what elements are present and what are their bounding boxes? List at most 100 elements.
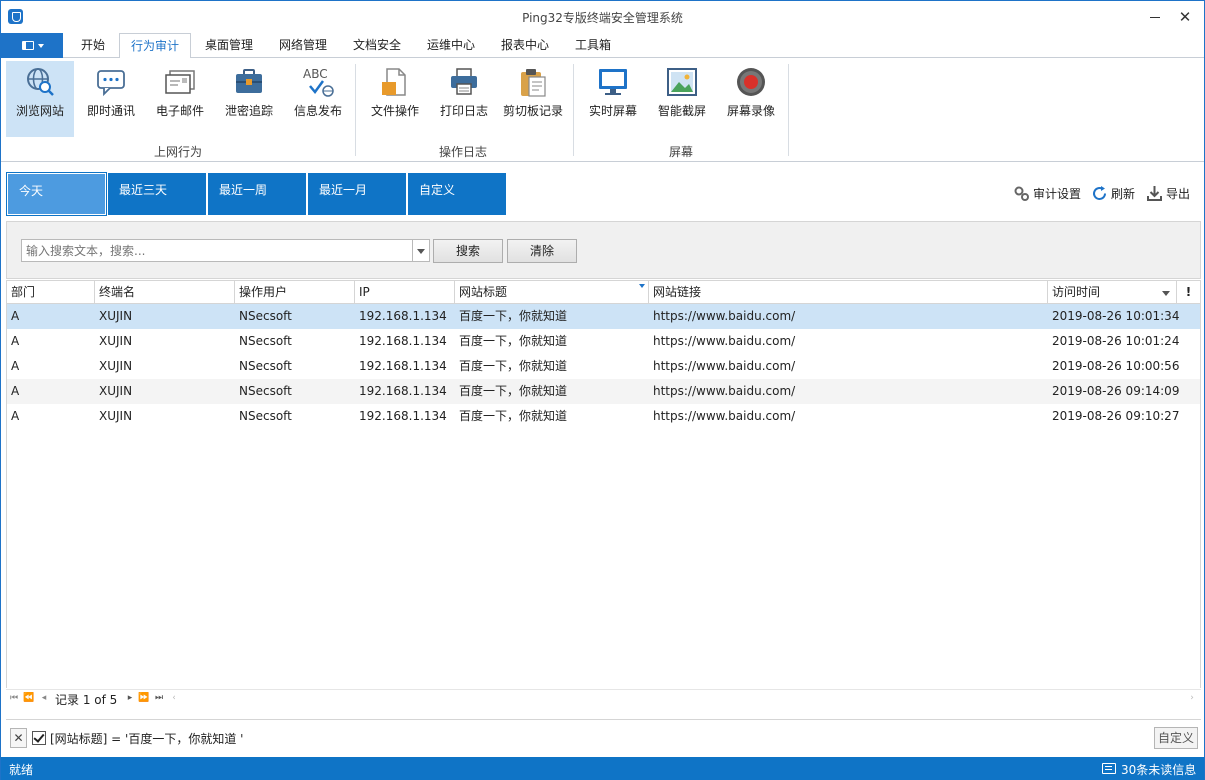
file-operation-button[interactable]: 文件操作 bbox=[361, 61, 429, 137]
tab-behavior-audit[interactable]: 行为审计 bbox=[119, 33, 191, 59]
table-row[interactable]: A XUJIN NSecsoft 192.168.1.134 百度一下，你就知道… bbox=[7, 379, 1200, 404]
email-button[interactable]: 电子邮件 bbox=[146, 61, 214, 137]
refresh-icon bbox=[1093, 186, 1106, 200]
ribbon-panel: 浏览网站 即时通讯 电子邮件 泄密追踪 ABC 信息发布 上网行为 文件操作 打… bbox=[1, 58, 1204, 162]
app-menu-icon bbox=[22, 41, 34, 50]
table-row[interactable]: A XUJIN NSecsoft 192.168.1.134 百度一下，你就知道… bbox=[7, 404, 1200, 429]
download-icon bbox=[1147, 186, 1162, 201]
date-tab-last-week[interactable]: 最近一周 bbox=[208, 173, 306, 215]
column-header-ip[interactable]: IP bbox=[355, 281, 455, 304]
previous-record-icon[interactable]: ◂ bbox=[38, 691, 50, 705]
table-row[interactable]: A XUJIN NSecsoft 192.168.1.134 百度一下，你就知道… bbox=[7, 304, 1200, 329]
cell-ip: 192.168.1.134 bbox=[359, 384, 447, 398]
export-button[interactable]: 导出 bbox=[1146, 185, 1194, 203]
cell-ip: 192.168.1.134 bbox=[359, 409, 447, 423]
title-bar: Ping32专版终端安全管理系统 ✕ bbox=[1, 1, 1204, 33]
filter-enabled-checkbox[interactable] bbox=[32, 731, 46, 745]
cell-site-title: 百度一下，你就知道 bbox=[459, 359, 568, 373]
column-header-department[interactable]: 部门 bbox=[7, 281, 95, 304]
leak-tracking-button[interactable]: 泄密追踪 bbox=[215, 61, 283, 137]
print-log-button[interactable]: 打印日志 bbox=[430, 61, 498, 137]
group-label-operation-log: 操作日志 bbox=[438, 145, 487, 159]
file-icon bbox=[379, 66, 411, 98]
table-row[interactable]: A XUJIN NSecsoft 192.168.1.134 百度一下，你就知道… bbox=[7, 329, 1200, 354]
search-button[interactable]: 搜索 bbox=[433, 239, 503, 263]
cell-terminal: XUJIN bbox=[99, 359, 133, 373]
realtime-screen-button[interactable]: 实时屏幕 bbox=[579, 61, 647, 137]
scroll-left-icon[interactable]: ‹ bbox=[168, 691, 180, 705]
custom-filter-button[interactable]: 自定义 bbox=[1154, 727, 1198, 749]
table-row[interactable]: A XUJIN NSecsoft 192.168.1.134 百度一下，你就知道… bbox=[7, 354, 1200, 379]
window-title: Ping32专版终端安全管理系统 bbox=[522, 11, 683, 25]
filter-expression[interactable]: [网站标题] = '百度一下，你就知道 ' bbox=[50, 730, 243, 747]
close-button[interactable]: ✕ bbox=[1171, 5, 1199, 29]
column-header-site-link[interactable]: 网站链接 bbox=[649, 281, 1048, 304]
tab-document-security[interactable]: 文档安全 bbox=[343, 33, 411, 59]
filter-icon[interactable] bbox=[639, 284, 645, 288]
info-publish-button[interactable]: ABC 信息发布 bbox=[284, 61, 352, 137]
file-operation-label: 文件操作 bbox=[370, 104, 419, 118]
tab-report-center[interactable]: 报表中心 bbox=[491, 33, 559, 59]
browse-websites-button[interactable]: 浏览网站 bbox=[6, 61, 74, 137]
clear-filter-button[interactable]: ✕ bbox=[10, 728, 27, 748]
date-tab-custom[interactable]: 自定义 bbox=[408, 173, 506, 215]
instant-messaging-button[interactable]: 即时通讯 bbox=[77, 61, 145, 137]
screen-recording-button[interactable]: 屏幕录像 bbox=[717, 61, 785, 137]
cell-site-title: 百度一下，你就知道 bbox=[459, 334, 568, 348]
group-separator bbox=[355, 64, 356, 156]
record-navigator: ⏮ ⏪ ◂ 记录 1 of 5 ▸ ⏩ ⏭ ‹ › bbox=[6, 689, 1201, 707]
next-record-icon[interactable]: ▸ bbox=[124, 691, 136, 705]
app-menu-button[interactable] bbox=[1, 33, 63, 59]
record-icon bbox=[735, 66, 767, 98]
tab-start[interactable]: 开始 bbox=[71, 33, 115, 59]
search-history-dropdown[interactable] bbox=[413, 239, 430, 262]
previous-page-icon[interactable]: ⏪ bbox=[23, 691, 35, 705]
date-tab-last-month[interactable]: 最近一月 bbox=[308, 173, 406, 215]
cell-ip: 192.168.1.134 bbox=[359, 309, 447, 323]
cell-visit-time: 2019-08-26 10:01:34 bbox=[1052, 309, 1180, 323]
tab-ops-center[interactable]: 运维中心 bbox=[417, 33, 485, 59]
cell-user: NSecsoft bbox=[239, 409, 292, 423]
clear-button[interactable]: 清除 bbox=[507, 239, 577, 263]
tab-toolbox[interactable]: 工具箱 bbox=[565, 33, 621, 59]
search-input[interactable] bbox=[21, 239, 413, 262]
cell-user: NSecsoft bbox=[239, 309, 292, 323]
cell-ip: 192.168.1.134 bbox=[359, 359, 447, 373]
cell-department: A bbox=[11, 309, 20, 323]
smart-screenshot-button[interactable]: 智能截屏 bbox=[648, 61, 716, 137]
clipboard-record-button[interactable]: 剪切板记录 bbox=[498, 61, 568, 137]
column-header-visit-time-label: 访问时间 bbox=[1052, 285, 1101, 299]
realtime-screen-label: 实时屏幕 bbox=[588, 104, 637, 118]
column-header-user[interactable]: 操作用户 bbox=[235, 281, 355, 304]
email-label: 电子邮件 bbox=[155, 104, 204, 118]
cell-terminal: XUJIN bbox=[99, 409, 133, 423]
scroll-right-icon[interactable]: › bbox=[1186, 691, 1198, 705]
cell-ip: 192.168.1.134 bbox=[359, 334, 447, 348]
column-header-visit-time[interactable]: 访问时间 bbox=[1048, 281, 1177, 304]
export-label: 导出 bbox=[1166, 187, 1191, 201]
tab-network-management[interactable]: 网络管理 bbox=[269, 33, 337, 59]
next-page-icon[interactable]: ⏩ bbox=[138, 691, 150, 705]
cell-user: NSecsoft bbox=[239, 384, 292, 398]
minimize-button[interactable] bbox=[1141, 5, 1169, 29]
refresh-button[interactable]: 刷新 bbox=[1091, 185, 1139, 203]
date-tab-last-3-days[interactable]: 最近三天 bbox=[108, 173, 206, 215]
chevron-down-icon bbox=[38, 44, 44, 48]
ribbon-tabs: 开始 行为审计 桌面管理 网络管理 文档安全 运维中心 报表中心 工具箱 bbox=[1, 33, 1204, 59]
column-header-site-title[interactable]: 网站标题 bbox=[455, 281, 649, 304]
cell-terminal: XUJIN bbox=[99, 384, 133, 398]
audit-settings-label: 审计设置 bbox=[1033, 187, 1082, 201]
info-publish-label: 信息发布 bbox=[293, 104, 342, 118]
column-header-terminal[interactable]: 终端名 bbox=[95, 281, 235, 304]
first-record-icon[interactable]: ⏮ bbox=[8, 691, 20, 705]
date-tab-today[interactable]: 今天 bbox=[6, 172, 107, 216]
print-log-label: 打印日志 bbox=[439, 104, 488, 118]
last-record-icon[interactable]: ⏭ bbox=[153, 691, 165, 705]
chat-bubble-icon bbox=[95, 66, 127, 98]
audit-settings-button[interactable]: 审计设置 bbox=[1013, 185, 1085, 203]
tab-desktop-management[interactable]: 桌面管理 bbox=[195, 33, 263, 59]
column-chooser-icon[interactable]: ! bbox=[1177, 281, 1200, 304]
status-text: 就绪 bbox=[9, 763, 34, 777]
unread-messages[interactable]: 30条未读信息 bbox=[1121, 761, 1196, 778]
smart-screenshot-label: 智能截屏 bbox=[657, 104, 706, 118]
